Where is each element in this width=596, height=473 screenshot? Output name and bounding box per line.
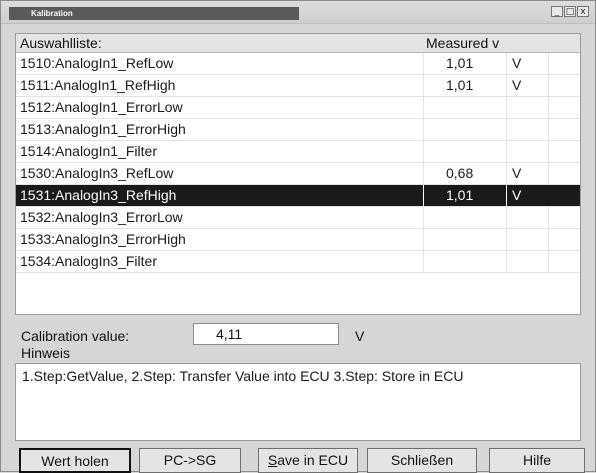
- column-divider: [548, 53, 549, 74]
- column-divider: [423, 229, 424, 250]
- column-divider: [506, 53, 507, 74]
- list-item-measured-value: 1,01: [446, 55, 474, 71]
- list-item[interactable]: 1513:AnalogIn1_ErrorHigh: [16, 119, 580, 141]
- window-title: Kalibration: [9, 7, 299, 20]
- column-divider: [548, 141, 549, 162]
- list-item[interactable]: 1530:AnalogIn3_RefLow 0,68 V: [16, 163, 580, 185]
- list-item[interactable]: 1514:AnalogIn1_Filter: [16, 141, 580, 163]
- column-divider: [423, 53, 424, 74]
- list-item-unit-flag: V: [512, 55, 522, 71]
- column-divider: [548, 97, 549, 118]
- list-item-name: 1530:AnalogIn3_RefLow: [20, 165, 174, 181]
- close-window-button[interactable]: x: [577, 6, 589, 17]
- column-divider: [423, 141, 424, 162]
- column-divider: [548, 119, 549, 140]
- list-item[interactable]: 1512:AnalogIn1_ErrorLow: [16, 97, 580, 119]
- column-divider: [423, 251, 424, 272]
- column-divider: [423, 75, 424, 96]
- column-divider: [548, 229, 549, 250]
- column-divider: [506, 229, 507, 250]
- column-divider: [506, 207, 507, 228]
- calibration-value-field[interactable]: 4,11: [193, 323, 339, 345]
- column-divider: [548, 251, 549, 272]
- column-divider: [548, 163, 549, 184]
- list-item-name: 1510:AnalogIn1_RefLow: [20, 55, 174, 71]
- list-item[interactable]: 1531:AnalogIn3_RefHigh 1,01 V: [16, 185, 580, 207]
- list-item-name: 1514:AnalogIn1_Filter: [20, 143, 157, 159]
- list-item[interactable]: 1532:AnalogIn3_ErrorLow: [16, 207, 580, 229]
- get-value-button[interactable]: Wert holen: [19, 448, 131, 473]
- save-in-ecu-button[interactable]: Save in ECU: [258, 448, 358, 473]
- column-divider: [548, 185, 549, 206]
- maximize-button[interactable]: □: [564, 6, 576, 17]
- hint-label: Hinweis: [21, 345, 71, 361]
- list-item-name: 1511:AnalogIn1_RefHigh: [20, 77, 176, 93]
- list-item-measured-value: 1,01: [446, 77, 474, 93]
- minimize-button[interactable]: _: [551, 6, 563, 17]
- list-item-unit-flag: V: [512, 165, 522, 181]
- list-item[interactable]: 1533:AnalogIn3_ErrorHigh: [16, 229, 580, 251]
- list-item-name: 1533:AnalogIn3_ErrorHigh: [20, 231, 186, 247]
- list-item-unit-flag: V: [512, 187, 522, 203]
- column-divider: [423, 163, 424, 184]
- list-item-name: 1512:AnalogIn1_ErrorLow: [20, 99, 183, 115]
- list-item[interactable]: 1510:AnalogIn1_RefLow 1,01 V: [16, 53, 580, 75]
- list-item-name: 1534:AnalogIn3_Filter: [20, 253, 157, 269]
- calibration-value-label: Calibration value:: [21, 328, 130, 344]
- column-divider: [506, 163, 507, 184]
- list-item-unit-flag: V: [512, 77, 522, 93]
- column-divider: [548, 207, 549, 228]
- column-divider: [423, 119, 424, 140]
- save-button-label: ave in ECU: [277, 452, 349, 468]
- column-divider: [423, 207, 424, 228]
- column-divider: [506, 251, 507, 272]
- column-divider: [506, 119, 507, 140]
- column-divider: [423, 185, 424, 206]
- list-item-name: 1531:AnalogIn3_RefHigh: [20, 187, 177, 203]
- column-header-name: Auswahlliste:: [20, 35, 102, 51]
- list-item[interactable]: 1534:AnalogIn3_Filter: [16, 251, 580, 273]
- hint-text-box: 1.Step:GetValue, 2.Step: Transfer Value …: [15, 363, 581, 441]
- list-item-measured-value: 0,68: [446, 165, 474, 181]
- calibration-unit: V: [355, 328, 365, 344]
- column-divider: [506, 75, 507, 96]
- help-button[interactable]: Hilfe: [489, 448, 585, 473]
- list-item[interactable]: 1511:AnalogIn1_RefHigh 1,01 V: [16, 75, 580, 97]
- column-divider: [506, 141, 507, 162]
- column-divider: [506, 185, 507, 206]
- list-item-measured-value: 1,01: [446, 187, 474, 203]
- column-divider: [506, 97, 507, 118]
- list-rows: 1510:AnalogIn1_RefLow 1,01 V 1511:AnalogIn1…: [16, 53, 580, 273]
- title-bar[interactable]: Kalibration _ □ x: [1, 1, 595, 24]
- selection-list[interactable]: Auswahlliste: Measured v 1510:AnalogIn1_…: [15, 33, 581, 315]
- save-button-mnemonic: S: [267, 452, 278, 468]
- window-controls: _ □ x: [551, 6, 589, 17]
- list-header: Auswahlliste: Measured v: [16, 34, 580, 53]
- column-divider: [423, 97, 424, 118]
- calibration-window: Kalibration _ □ x Auswahlliste: Measured…: [0, 0, 596, 473]
- pc-to-sg-button[interactable]: PC->SG: [139, 448, 241, 473]
- column-header-measured: Measured v: [426, 35, 500, 51]
- list-item-name: 1532:AnalogIn3_ErrorLow: [20, 209, 183, 225]
- list-item-name: 1513:AnalogIn1_ErrorHigh: [20, 121, 186, 137]
- button-bar: Wert holen PC->SG Save in ECU Schließen …: [1, 445, 596, 473]
- close-button[interactable]: Schließen: [367, 448, 477, 473]
- column-divider: [548, 75, 549, 96]
